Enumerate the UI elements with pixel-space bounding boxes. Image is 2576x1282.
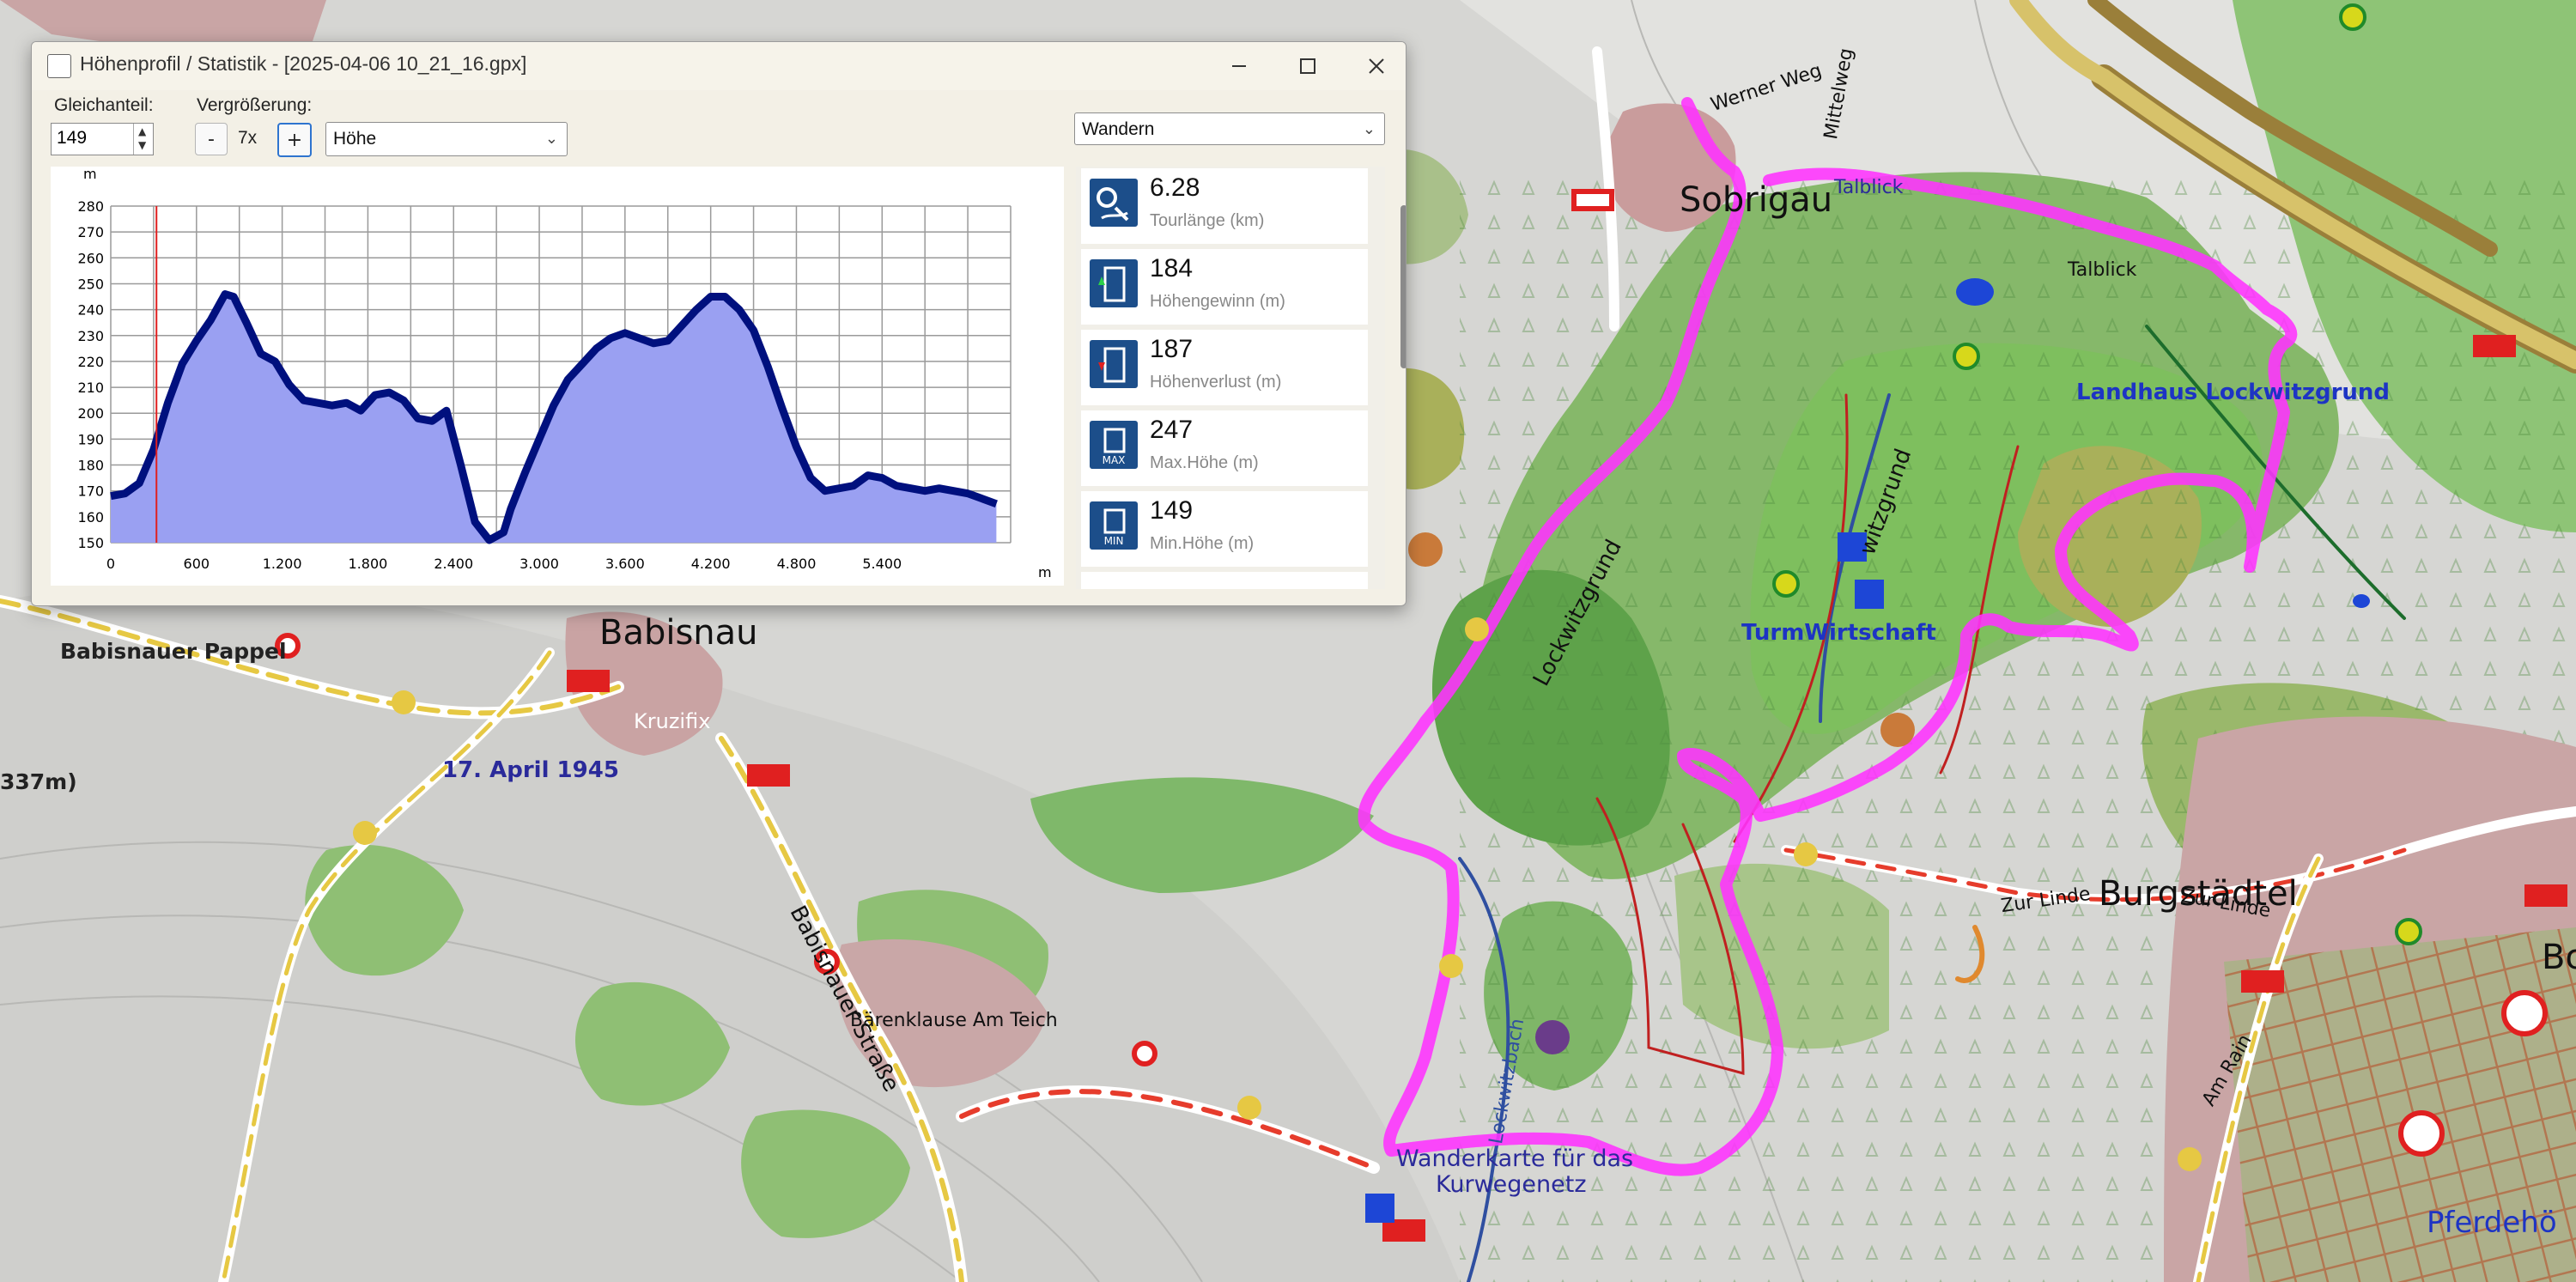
y-tick-label: 170 bbox=[77, 483, 104, 500]
map-label-bo: Bo bbox=[2542, 938, 2576, 977]
x-tick-label: 5.400 bbox=[862, 556, 902, 572]
stat-gain-label: Höhengewinn (m) bbox=[1150, 292, 1285, 311]
offset-label: Gleichanteil: bbox=[54, 95, 154, 115]
y-tick-label: 220 bbox=[77, 354, 104, 370]
stat-min-value: 149 bbox=[1150, 496, 1194, 525]
statistics-panel[interactable]: 6.28 Tourlänge (km) 184 Höhengewinn (m) … bbox=[1076, 167, 1385, 589]
map-label-wanderkarte: Wanderkarte für das bbox=[1396, 1145, 1634, 1172]
y-axis-unit: m bbox=[83, 167, 97, 182]
x-axis-unit: m bbox=[1038, 564, 1052, 580]
map-label-talblick-1: Talblick bbox=[1834, 177, 1904, 198]
stat-max-height: MAX 247 Max.Höhe (m) bbox=[1081, 410, 1368, 486]
activity-value: Wandern bbox=[1082, 119, 1155, 139]
stat-loss-label: Höhenverlust (m) bbox=[1150, 373, 1282, 392]
x-tick-label: 600 bbox=[184, 556, 210, 572]
x-tick-label: 1.200 bbox=[263, 556, 302, 572]
x-tick-label: 3.000 bbox=[519, 556, 559, 572]
map-label-pferdeho: Pferdehö bbox=[2427, 1206, 2557, 1240]
minimize-button[interactable] bbox=[1205, 46, 1273, 87]
stat-distance-value: 6.28 bbox=[1150, 173, 1200, 202]
stat-distance: 6.28 Tourlänge (km) bbox=[1081, 168, 1368, 244]
profile-type-select[interactable]: Höhe ⌄ bbox=[325, 122, 568, 156]
x-tick-label: 2.400 bbox=[434, 556, 473, 572]
elevation-chart[interactable]: m m 150 160 170 180 190 200 210 220 230 240 250 260… bbox=[51, 166, 1064, 586]
max-height-icon: MAX bbox=[1090, 421, 1138, 469]
map-label-babisnauer-pappel: Babisnauer Pappel bbox=[60, 639, 287, 664]
map-label-april-1945: 17. April 1945 bbox=[442, 757, 619, 783]
x-tick-label: 1.800 bbox=[349, 556, 388, 572]
close-button[interactable] bbox=[1342, 46, 1406, 87]
spin-down-icon[interactable]: ▼ bbox=[138, 139, 146, 151]
spin-up-icon[interactable]: ▲ bbox=[138, 125, 146, 137]
map-label-sobrigau: Sobrigau bbox=[1680, 180, 1833, 220]
y-tick-label: 200 bbox=[77, 405, 104, 422]
zoom-label: Vergrößerung: bbox=[197, 95, 313, 115]
stat-max-label: Max.Höhe (m) bbox=[1150, 453, 1259, 472]
y-tick-label: 180 bbox=[77, 458, 104, 474]
map-label-337m: 337m) bbox=[0, 769, 77, 794]
stat-min-height: MIN 149 Min.Höhe (m) bbox=[1081, 491, 1368, 567]
y-tick-label: 210 bbox=[77, 380, 104, 396]
offset-value[interactable]: 149 bbox=[57, 128, 87, 149]
x-tick-label: 4.800 bbox=[777, 556, 817, 572]
elevation-profile-window: Höhenprofil / Statistik - [2025-04-06 10… bbox=[31, 41, 1406, 606]
zoom-out-button[interactable]: - bbox=[195, 123, 228, 155]
elevation-area bbox=[111, 294, 997, 543]
chevron-down-icon: ⌄ bbox=[1362, 120, 1376, 138]
y-tick-label: 150 bbox=[77, 535, 104, 551]
offset-spinbox[interactable]: 149 ▲ ▼ bbox=[51, 123, 154, 155]
map-label-kurwegenetz: Kurwegenetz bbox=[1436, 1171, 1587, 1198]
stat-loss-value: 187 bbox=[1150, 335, 1194, 363]
stat-distance-label: Tourlänge (km) bbox=[1150, 211, 1265, 230]
map-label-babisnau: Babisnau bbox=[599, 613, 758, 653]
x-tick-label: 0 bbox=[106, 556, 115, 572]
minimize-icon bbox=[1232, 65, 1246, 67]
min-height-icon: MIN bbox=[1090, 501, 1138, 550]
stat-partial bbox=[1081, 572, 1368, 589]
elevation-loss-icon bbox=[1090, 340, 1138, 388]
y-tick-label: 230 bbox=[77, 328, 104, 344]
elevation-gain-icon bbox=[1090, 259, 1138, 307]
stat-elevation-gain: 184 Höhengewinn (m) bbox=[1081, 249, 1368, 325]
y-tick-label: 270 bbox=[77, 224, 104, 240]
map-label-baerenklause: Bärenklause Am Teich bbox=[850, 1010, 1058, 1031]
window-title: Höhenprofil / Statistik - [2025-04-06 10… bbox=[80, 52, 527, 75]
maximize-button[interactable] bbox=[1273, 46, 1342, 87]
zoom-in-button[interactable]: + bbox=[277, 123, 312, 157]
svg-text:MIN: MIN bbox=[1104, 535, 1124, 547]
map-label-kruzifix: Kruzifix bbox=[634, 709, 711, 733]
zoom-value: 7x bbox=[238, 128, 258, 148]
map-label-landhaus-lockwitzgrund: Landhaus Lockwitzgrund bbox=[2076, 380, 2391, 405]
activity-select[interactable]: Wandern ⌄ bbox=[1074, 112, 1385, 145]
close-icon bbox=[1369, 58, 1384, 74]
title-bar[interactable]: Höhenprofil / Statistik - [2025-04-06 10… bbox=[32, 42, 1406, 90]
x-tick-label: 3.600 bbox=[605, 556, 645, 572]
stat-max-value: 247 bbox=[1150, 416, 1194, 444]
app-icon bbox=[47, 54, 71, 78]
stats-scrollbar[interactable] bbox=[1400, 205, 1406, 368]
spin-arrows[interactable]: ▲ ▼ bbox=[133, 124, 153, 155]
y-tick-label: 240 bbox=[77, 302, 104, 319]
y-tick-label: 280 bbox=[77, 198, 104, 215]
distance-icon bbox=[1090, 179, 1138, 227]
y-tick-label: 160 bbox=[77, 509, 104, 526]
stat-gain-value: 184 bbox=[1150, 254, 1194, 283]
y-tick-label: 190 bbox=[77, 431, 104, 447]
svg-text:MAX: MAX bbox=[1103, 454, 1126, 466]
chart-svg: m m 150 160 170 180 190 200 210 220 230 240 250 260… bbox=[77, 166, 1052, 580]
map-label-turmwirtschaft: TurmWirtschaft bbox=[1741, 620, 1936, 646]
map-label-talblick-2: Talblick bbox=[2068, 259, 2137, 281]
profile-type-value: Höhe bbox=[333, 129, 377, 149]
stat-elevation-loss: 187 Höhenverlust (m) bbox=[1081, 330, 1368, 405]
chevron-down-icon: ⌄ bbox=[544, 130, 558, 148]
y-tick-label: 260 bbox=[77, 250, 104, 266]
y-tick-label: 250 bbox=[77, 276, 104, 292]
stat-min-label: Min.Höhe (m) bbox=[1150, 534, 1255, 553]
x-tick-label: 4.200 bbox=[691, 556, 731, 572]
maximize-icon bbox=[1300, 58, 1315, 74]
